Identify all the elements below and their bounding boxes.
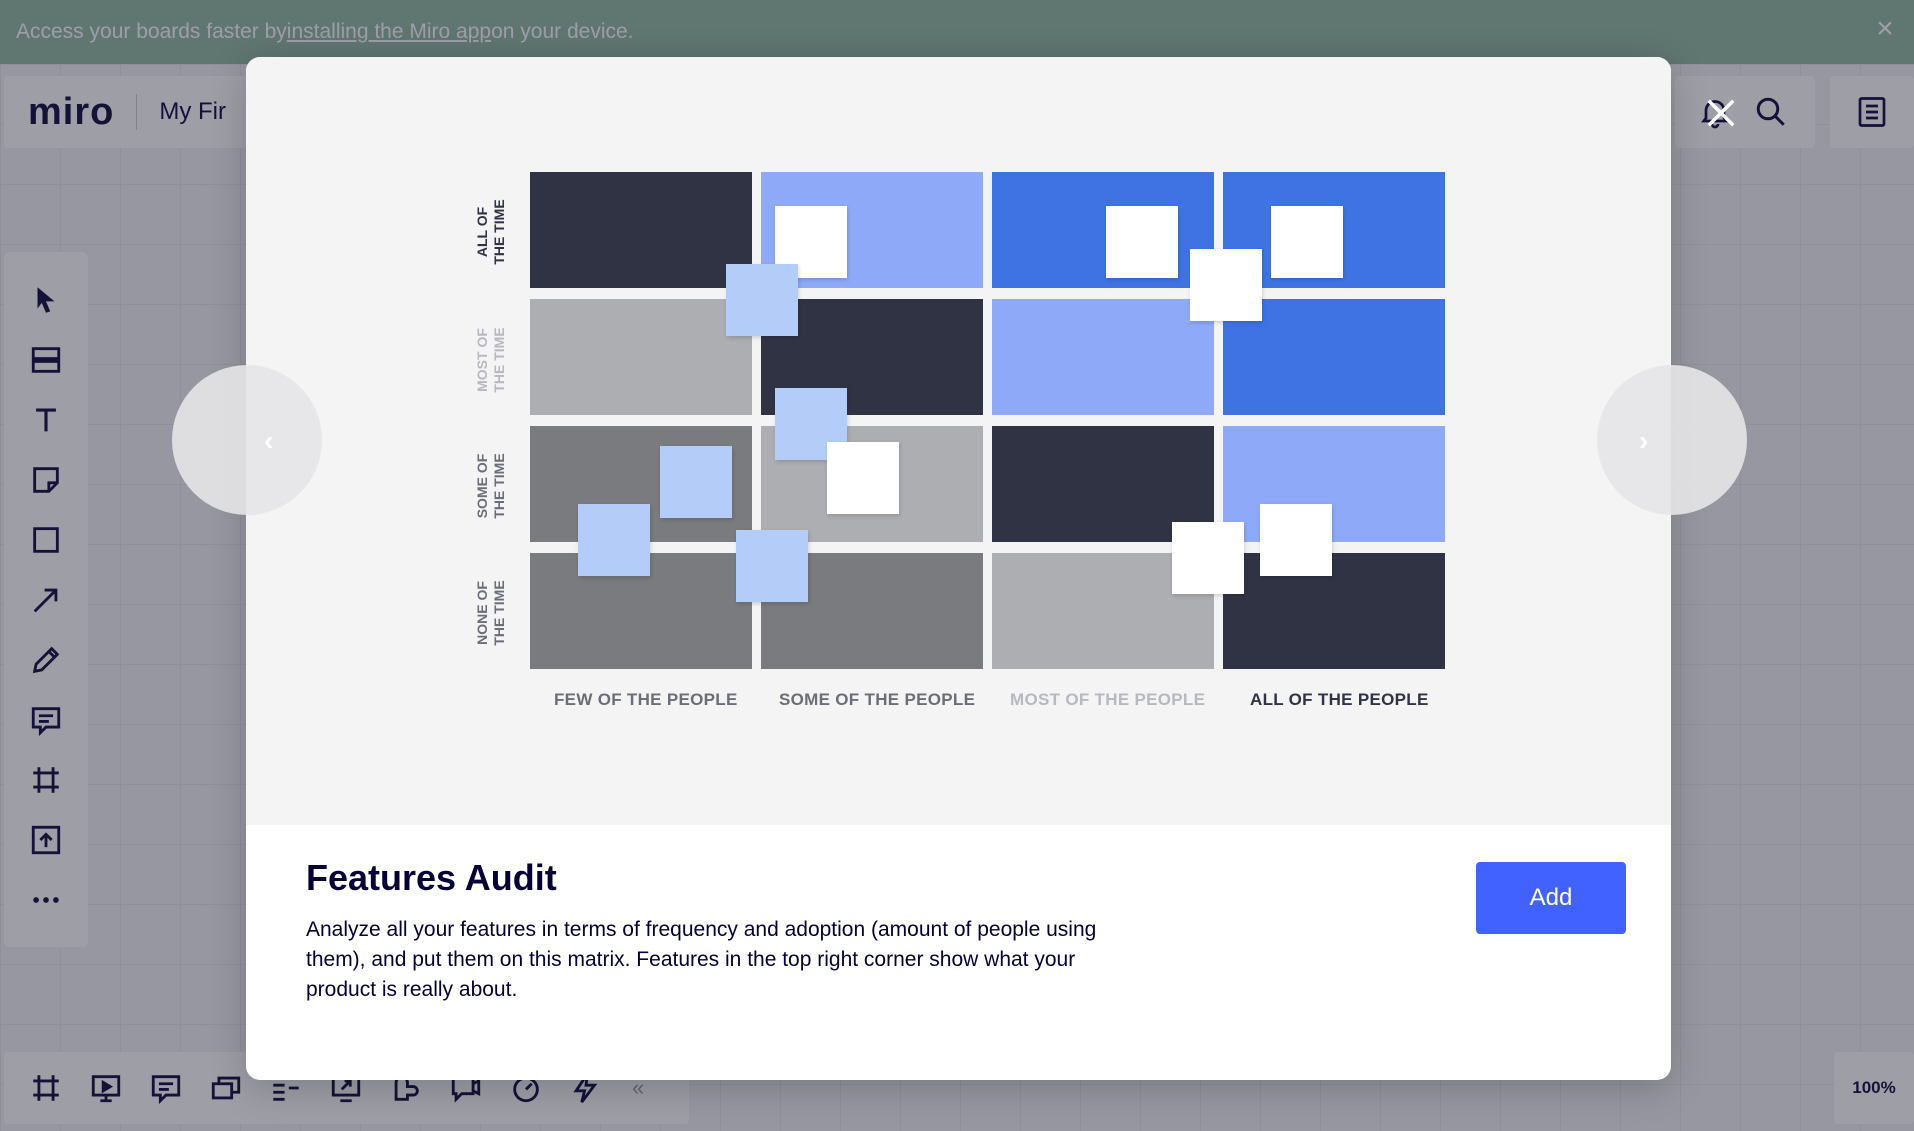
add-template-button[interactable]: Add [1476, 862, 1626, 934]
matrix-cell [530, 299, 752, 415]
sticky-note [726, 264, 798, 336]
previous-button[interactable]: ‹ [172, 365, 322, 515]
matrix-cell [1223, 553, 1445, 669]
row-label-2: SOME OF THE TIME [474, 453, 507, 519]
sticky-note [827, 442, 899, 514]
features-matrix [530, 172, 1446, 670]
matrix-cell [992, 299, 1214, 415]
col-label-3: ALL OF THE PEOPLE [1250, 690, 1429, 709]
sticky-note [578, 504, 650, 576]
sticky-note [736, 530, 808, 602]
modal-close-icon[interactable] [1700, 92, 1742, 134]
chevron-left-icon: ‹ [264, 425, 274, 456]
matrix-cell [530, 172, 752, 288]
matrix-cell [1223, 426, 1445, 542]
col-label-0: FEW OF THE PEOPLE [554, 690, 738, 709]
sticky-note [1260, 504, 1332, 576]
row-label-1: MOST OF THE TIME [474, 327, 507, 393]
next-button[interactable]: › [1597, 365, 1747, 515]
template-description: Analyze all your features in terms of fr… [306, 918, 1097, 1001]
sticky-note [660, 446, 732, 518]
sticky-note [1190, 249, 1262, 321]
chevron-right-icon: › [1639, 425, 1649, 456]
sticky-note [1172, 522, 1244, 594]
row-label-3: NONE OF THE TIME [474, 580, 507, 646]
sticky-note [1106, 206, 1178, 278]
template-title: Features Audit [306, 857, 557, 898]
col-label-1: SOME OF THE PEOPLE [779, 690, 976, 709]
sticky-note [1271, 206, 1343, 278]
row-label-0: ALL OF THE TIME [474, 199, 507, 265]
matrix-cell [992, 172, 1214, 288]
col-label-2: MOST OF THE PEOPLE [1010, 690, 1206, 709]
